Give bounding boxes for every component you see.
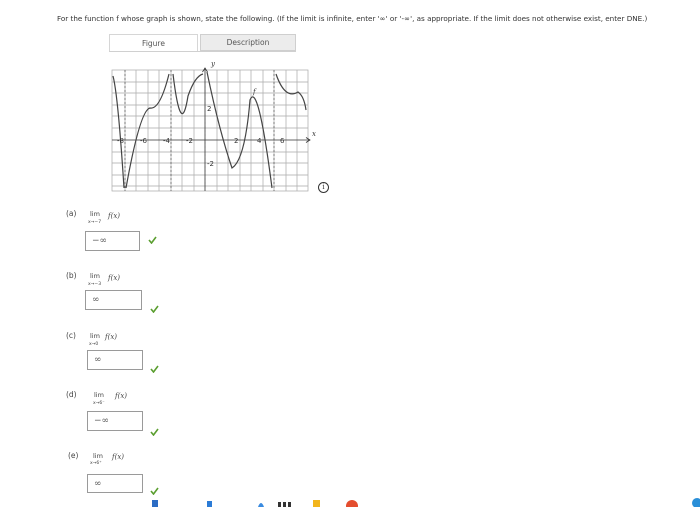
- info-icon[interactable]: i: [318, 182, 329, 193]
- tab-description[interactable]: Description: [200, 34, 296, 51]
- limit-symbol: lim: [90, 332, 100, 340]
- graph-axes: [112, 67, 311, 191]
- taskbar-app-icon: [152, 500, 158, 507]
- correct-check-icon: [148, 236, 157, 244]
- part-letter: (e): [68, 451, 79, 460]
- function-curve: [112, 71, 307, 189]
- answer-field-c[interactable]: ∞: [87, 350, 143, 370]
- part-letter: (c): [66, 331, 76, 340]
- y-tick-label: 2: [207, 105, 211, 113]
- taskbar-strip: [152, 498, 700, 507]
- taskbar-app-icon: [288, 502, 291, 507]
- function-label: f: [252, 88, 257, 96]
- taskbar-app-icon: [346, 500, 358, 507]
- problem-instructions: For the function f whose graph is shown,…: [57, 14, 648, 23]
- correct-check-icon: [150, 487, 159, 495]
- taskbar-app-icon: [207, 501, 212, 507]
- part-e: (e) lim x→6⁺ f(x): [68, 451, 158, 475]
- x-axis-label: x: [312, 130, 316, 138]
- function-expression: f(x): [108, 212, 121, 220]
- part-letter: (d): [66, 390, 77, 399]
- part-letter: (b): [66, 271, 77, 280]
- x-tick-label: -8: [117, 137, 124, 145]
- answer-field-d[interactable]: −∞: [87, 411, 143, 431]
- y-tick-label: -2: [207, 160, 214, 168]
- correct-check-icon: [150, 305, 159, 313]
- correct-check-icon: [150, 365, 159, 373]
- y-axis-label: y: [210, 60, 216, 68]
- limit-subscript: x→6⁺: [90, 461, 102, 466]
- taskbar-app-icon: [278, 502, 281, 507]
- limit-subscript: x→6⁻: [93, 401, 105, 406]
- limit-subscript: x→0: [89, 342, 99, 347]
- x-tick-label: -2: [186, 137, 193, 145]
- function-expression: f(x): [115, 392, 128, 400]
- limit-symbol: lim: [90, 272, 100, 280]
- x-tick-label: -6: [140, 137, 148, 145]
- limit-subscript: x→−3: [88, 282, 102, 287]
- function-graph: y x f -8 -6 -4 -2 2 4 6 2 -2: [111, 60, 316, 192]
- x-tick-label: 6: [280, 137, 285, 145]
- limit-symbol: lim: [94, 391, 104, 399]
- limit-subscript: x→−7: [88, 220, 102, 225]
- x-tick-label: 2: [234, 137, 238, 145]
- tab-figure[interactable]: Figure: [109, 34, 198, 51]
- answer-field-b[interactable]: ∞: [85, 290, 142, 310]
- x-tick-label: 4: [257, 137, 262, 145]
- function-expression: f(x): [105, 333, 118, 341]
- answer-field-a[interactable]: −∞: [85, 231, 140, 251]
- taskbar-app-icon: [283, 502, 286, 507]
- limit-symbol: lim: [93, 452, 103, 460]
- y-tick-labels: 2 -2: [207, 105, 214, 168]
- x-tick-labels: -8 -6 -4 -2 2 4 6: [117, 137, 285, 145]
- taskbar-app-icon: [692, 498, 700, 507]
- part-letter: (a): [66, 209, 77, 218]
- x-tick-label: -4: [163, 137, 171, 145]
- taskbar-app-icon: [258, 503, 264, 507]
- function-expression: f(x): [108, 274, 121, 282]
- correct-check-icon: [150, 428, 159, 436]
- tab-divider: [109, 51, 296, 52]
- taskbar-app-icon: [313, 500, 320, 507]
- asymptotes: [124, 70, 275, 191]
- function-expression: f(x): [112, 453, 125, 461]
- limit-symbol: lim: [90, 210, 100, 218]
- answer-field-e[interactable]: ∞: [87, 474, 143, 493]
